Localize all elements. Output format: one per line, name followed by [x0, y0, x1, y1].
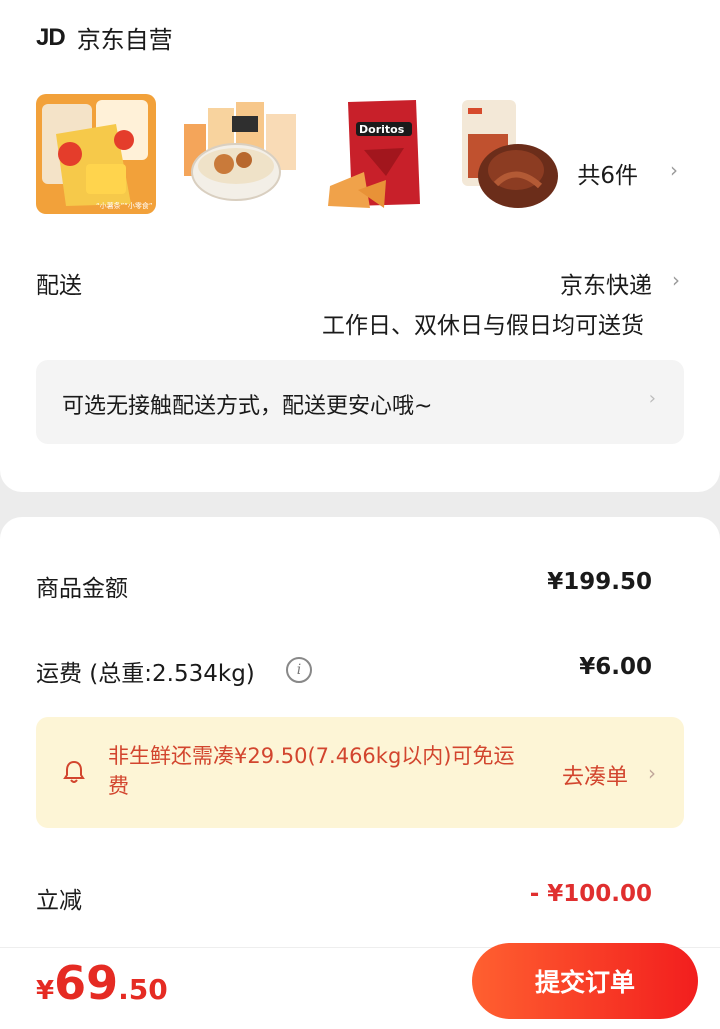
contactless-delivery-option[interactable]: 可选无接触配送方式，配送更安心哦~ ›	[36, 360, 684, 444]
chevron-right-icon[interactable]: ›	[648, 761, 656, 785]
add-items-link[interactable]: 去凑单	[562, 759, 628, 791]
chevron-right-icon: ›	[648, 388, 656, 409]
product-thumb-ramen[interactable]	[180, 94, 300, 214]
shipping-label: 运费 (总重:2.534kg)	[36, 661, 255, 687]
free-shipping-notice[interactable]: 非生鲜还需凑¥29.50(7.466kg以内)可免运费 去凑单 ›	[36, 717, 684, 828]
chevron-right-icon[interactable]: ›	[672, 268, 680, 292]
contactless-text: 可选无接触配送方式，配送更安心哦~	[62, 394, 433, 419]
product-thumb-lays[interactable]: “小薯条”“小零食”	[36, 94, 156, 214]
shop-header: JD 京东自营	[36, 20, 173, 55]
product-thumb-doritos[interactable]: Doritos	[324, 94, 444, 214]
total-currency: ¥	[36, 976, 55, 1006]
shop-name: 京东自营	[76, 26, 173, 54]
total-decimal: .50	[118, 973, 168, 1006]
goods-amount-label: 商品金额	[36, 576, 128, 602]
checkout-bar: ¥69.50 提交订单	[0, 943, 720, 1029]
jd-logo: JD	[36, 23, 66, 51]
submit-order-button[interactable]: 提交订单	[472, 943, 698, 1019]
free-shipping-message: 非生鲜还需凑¥29.50(7.466kg以内)可免运费	[108, 744, 515, 798]
product-thumb-braised-meat[interactable]	[460, 94, 580, 214]
total-integer: 69	[54, 956, 119, 1010]
product-thumbnails[interactable]: “小薯条”“小零食” Doritos 共6件 ›	[36, 94, 686, 218]
discount-label: 立减	[36, 888, 82, 914]
item-count: 共6件	[577, 163, 638, 189]
bell-icon	[63, 760, 85, 783]
price-summary-card: 商品金额 ¥199.50 运费 (总重:2.534kg) i ¥6.00 非生鲜…	[0, 517, 720, 947]
delivery-schedule: 工作日、双休日与假日均可送货	[322, 313, 644, 339]
order-items-card: JD 京东自营 “小薯条”“小零食” Doritos 共6件 › 配送 京东快递…	[0, 0, 720, 492]
doritos-brand: Doritos	[359, 123, 405, 136]
svg-text:“小薯条”“小零食”: “小薯条”“小零食”	[96, 201, 153, 210]
goods-amount-value: ¥199.50	[547, 569, 652, 595]
shipping-value: ¥6.00	[579, 654, 652, 680]
delivery-method[interactable]: 京东快递	[560, 266, 652, 300]
chevron-right-icon[interactable]: ›	[670, 158, 678, 182]
delivery-label: 配送	[36, 273, 82, 299]
info-icon[interactable]: i	[286, 657, 312, 683]
discount-value: - ¥100.00	[529, 881, 652, 907]
order-total: ¥69.50	[36, 956, 168, 1010]
